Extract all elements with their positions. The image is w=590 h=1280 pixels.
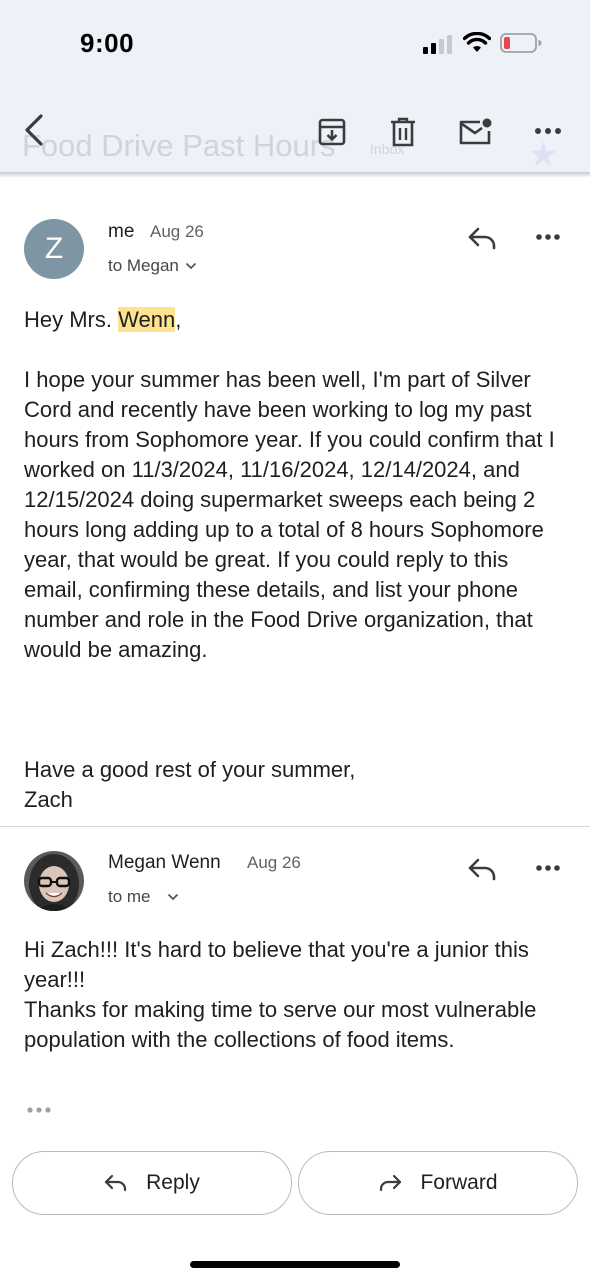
search-highlight: Wenn	[118, 307, 176, 332]
message-body-line: Hi Zach!!! It's hard to believe that you…	[24, 937, 529, 992]
home-indicator[interactable]	[190, 1261, 400, 1268]
reply-icon	[105, 1174, 127, 1192]
reply-label: Reply	[146, 1171, 200, 1194]
greeting-text: Hey Mrs.	[24, 307, 119, 332]
greeting-punct: ,	[175, 307, 182, 332]
mark-unread-icon	[459, 118, 492, 145]
message-paragraph: I hope your summer has been well, I'm pa…	[24, 367, 555, 662]
message-closing: Have a good rest of your summer,	[24, 757, 356, 782]
delete-button[interactable]	[383, 112, 423, 152]
sender-name: Megan Wenn	[108, 852, 221, 873]
message-more-button[interactable]	[528, 855, 568, 881]
reply-action-button[interactable]: Reply	[12, 1151, 292, 1215]
ellipsis-icon	[27, 1107, 51, 1113]
status-time: 9:00	[80, 28, 135, 58]
signal-icon	[423, 34, 453, 59]
sender-name: me	[108, 221, 135, 242]
message-divider	[0, 826, 590, 827]
message-date: Aug 26	[150, 222, 204, 241]
avatar[interactable]	[24, 851, 84, 911]
recipients-label: to Megan	[108, 256, 179, 275]
show-trimmed-content-button[interactable]	[22, 1100, 56, 1120]
forward-action-button[interactable]: Forward	[298, 1151, 578, 1215]
reply-icon	[468, 227, 496, 250]
message-signature: Zach	[24, 787, 73, 812]
more-options-button[interactable]	[528, 116, 568, 146]
archive-icon	[318, 118, 346, 146]
message-body-line: Thanks for making time to serve our most…	[24, 997, 537, 1052]
top-bar-shadow	[0, 172, 590, 178]
back-icon	[25, 114, 43, 146]
message-greeting: Hey Mrs. Wenn,	[24, 305, 569, 335]
delete-icon	[391, 117, 415, 147]
more-icon	[536, 234, 560, 240]
message-more-button[interactable]	[528, 224, 568, 250]
forward-label: Forward	[420, 1171, 498, 1194]
chevron-down-icon	[185, 262, 197, 270]
archive-button[interactable]	[312, 112, 352, 152]
email-subject: Food Drive Past Hours	[22, 128, 336, 163]
recipients-label: to me	[108, 887, 151, 906]
reply-icon	[468, 858, 496, 881]
recipients-toggle[interactable]: to Megan	[108, 256, 197, 276]
recipients-toggle[interactable]: to me	[108, 887, 179, 907]
more-icon	[536, 865, 560, 871]
avatar[interactable]: Z	[24, 219, 84, 279]
mark-unread-button[interactable]	[456, 112, 496, 152]
battery-icon	[500, 33, 542, 58]
message-date: Aug 26	[247, 853, 301, 872]
chevron-down-icon	[167, 893, 178, 901]
back-button[interactable]	[14, 108, 54, 152]
wifi-icon	[462, 31, 492, 59]
more-icon	[535, 128, 561, 134]
reply-button[interactable]	[462, 220, 502, 256]
forward-icon	[380, 1174, 402, 1192]
reply-button[interactable]	[462, 851, 502, 887]
